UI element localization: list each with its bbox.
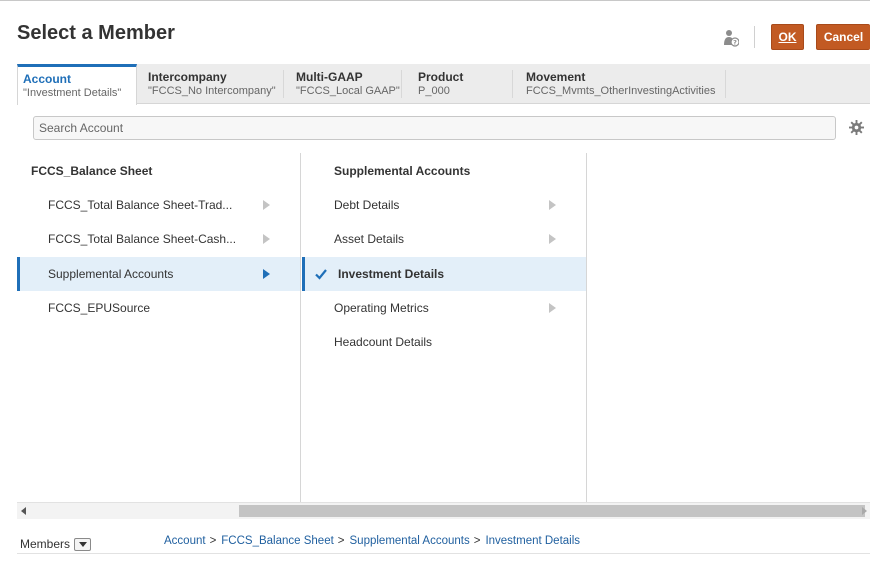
header-separator bbox=[754, 26, 755, 48]
member-label: FCCS_Total Balance Sheet-Cash... bbox=[48, 232, 237, 246]
dimension-tabs: Account "Investment Details" Intercompan… bbox=[17, 64, 870, 105]
tab-value: "FCCS_No Intercompany" bbox=[148, 85, 276, 97]
member-label: Debt Details bbox=[334, 198, 400, 212]
member-row-selected[interactable]: Investment Details bbox=[302, 257, 586, 291]
breadcrumb-separator: > bbox=[209, 535, 217, 547]
tab-name: Multi-GAAP bbox=[296, 70, 363, 84]
tab-name: Product bbox=[418, 70, 464, 84]
tab-movement[interactable]: Movement FCCS_Mvmts_OtherInvestingActivi… bbox=[521, 64, 716, 104]
breadcrumb-item[interactable]: Account bbox=[164, 535, 206, 547]
horizontal-scrollbar[interactable] bbox=[17, 502, 870, 519]
chevron-right-icon bbox=[549, 303, 556, 313]
cancel-button[interactable]: Cancel bbox=[816, 24, 870, 50]
breadcrumb: Account > FCCS_Balance Sheet > Supplemental … bbox=[164, 535, 580, 547]
tab-value: "FCCS_Local GAAP" bbox=[296, 85, 400, 97]
member-label: Investment Details bbox=[338, 267, 445, 281]
member-label: Supplemental Accounts bbox=[48, 267, 174, 281]
person-help-icon[interactable]: ? bbox=[723, 29, 739, 47]
member-row[interactable]: Headcount Details bbox=[302, 325, 586, 359]
chevron-right-icon bbox=[549, 234, 556, 244]
member-label: FCCS_Total Balance Sheet-Trad... bbox=[48, 198, 233, 212]
scroll-left-icon[interactable] bbox=[21, 507, 26, 515]
member-row[interactable]: Asset Details bbox=[302, 222, 586, 256]
member-label: FCCS_EPUSource bbox=[48, 301, 151, 315]
breadcrumb-separator: > bbox=[337, 535, 345, 547]
tab-divider bbox=[401, 70, 402, 98]
tab-product[interactable]: Product P_000 bbox=[413, 64, 463, 104]
member-label: Headcount Details bbox=[334, 335, 433, 349]
tab-divider bbox=[283, 70, 284, 98]
member-column-1: FCCS_Balance Sheet FCCS_Total Balance Sh… bbox=[17, 153, 301, 503]
member-label: Operating Metrics bbox=[334, 301, 429, 315]
tab-divider bbox=[512, 70, 513, 98]
chevron-right-icon bbox=[263, 200, 270, 210]
member-row[interactable]: FCCS_Total Balance Sheet-Trad... bbox=[17, 188, 300, 222]
breadcrumb-item[interactable]: FCCS_Balance Sheet bbox=[221, 535, 334, 547]
breadcrumb-item[interactable]: Supplemental Accounts bbox=[350, 535, 470, 547]
member-row[interactable]: Operating Metrics bbox=[302, 291, 586, 325]
dialog-title: Select a Member bbox=[17, 22, 175, 44]
tab-name: Account bbox=[23, 72, 71, 86]
member-column-2: Supplemental Accounts Debt Details Asset… bbox=[302, 153, 587, 503]
scroll-right-icon[interactable] bbox=[862, 507, 867, 515]
members-label: Members bbox=[20, 537, 71, 551]
top-border bbox=[0, 0, 870, 5]
tab-value: "Investment Details" bbox=[23, 87, 122, 99]
tab-name: Intercompany bbox=[148, 70, 227, 84]
tab-name: Movement bbox=[526, 70, 586, 84]
chevron-down-icon[interactable] bbox=[74, 537, 92, 551]
search-box bbox=[33, 116, 836, 140]
column-header: FCCS_Balance Sheet bbox=[31, 164, 153, 178]
tab-account[interactable]: Account "Investment Details" bbox=[17, 64, 137, 105]
column-header: Supplemental Accounts bbox=[334, 164, 471, 178]
member-row[interactable]: FCCS_EPUSource bbox=[17, 291, 300, 325]
tab-value: FCCS_Mvmts_OtherInvestingActivities bbox=[526, 85, 716, 97]
dialog-header: Select a Member ? OK Cancel bbox=[0, 8, 870, 58]
svg-text:?: ? bbox=[733, 39, 737, 47]
tab-value: P_000 bbox=[418, 85, 450, 97]
chevron-right-icon bbox=[263, 269, 270, 279]
member-label: Asset Details bbox=[334, 232, 405, 246]
scrollbar-thumb[interactable] bbox=[239, 505, 865, 517]
chevron-right-icon bbox=[549, 200, 556, 210]
breadcrumb-separator: > bbox=[473, 535, 481, 547]
search-input[interactable] bbox=[34, 117, 835, 139]
check-icon bbox=[315, 269, 327, 280]
breadcrumb-item[interactable]: Investment Details bbox=[485, 535, 580, 547]
tab-intercompany[interactable]: Intercompany "FCCS_No Intercompany" bbox=[143, 64, 276, 104]
member-row[interactable]: FCCS_Total Balance Sheet-Cash... bbox=[17, 222, 300, 256]
tab-multi-gaap[interactable]: Multi-GAAP "FCCS_Local GAAP" bbox=[291, 64, 400, 104]
tab-divider bbox=[725, 70, 726, 98]
footer-divider bbox=[17, 553, 870, 554]
members-menu[interactable]: Members bbox=[20, 537, 92, 551]
ok-button[interactable]: OK bbox=[771, 24, 804, 50]
chevron-right-icon bbox=[263, 234, 270, 244]
member-row[interactable]: Debt Details bbox=[302, 188, 586, 222]
gear-icon[interactable] bbox=[849, 120, 864, 135]
member-row-selected[interactable]: Supplemental Accounts bbox=[17, 257, 300, 291]
